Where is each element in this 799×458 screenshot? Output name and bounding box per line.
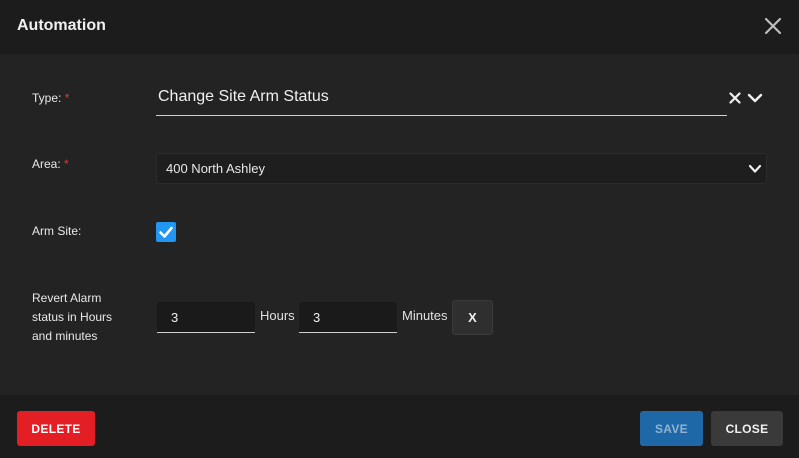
type-label: Type: * bbox=[32, 89, 69, 108]
revert-label-line: status in Hours bbox=[32, 310, 113, 324]
type-select[interactable]: Change Site Arm Status bbox=[156, 83, 727, 116]
minutes-input[interactable] bbox=[299, 302, 397, 333]
revert-label-line: Revert Alarm bbox=[32, 291, 102, 305]
checkmark-icon bbox=[159, 226, 173, 238]
area-label: Area: * bbox=[32, 155, 69, 174]
dialog-title: Automation bbox=[17, 17, 106, 34]
close-icon[interactable] bbox=[763, 16, 783, 36]
area-select[interactable]: 400 North Ashley bbox=[156, 153, 767, 184]
chevron-down-icon bbox=[748, 164, 762, 173]
save-button[interactable]: SAVE bbox=[640, 411, 703, 446]
dialog-header: Automation bbox=[0, 0, 799, 54]
revert-label-line: and minutes bbox=[32, 329, 98, 343]
area-select-value: 400 North Ashley bbox=[166, 161, 266, 176]
revert-label: Revert Alarm status in Hours and minutes bbox=[32, 289, 112, 346]
clear-icon[interactable] bbox=[729, 91, 741, 105]
dialog-footer: DELETE SAVE CLOSE bbox=[0, 395, 799, 458]
hours-unit-label: Hours bbox=[260, 308, 295, 323]
close-button[interactable]: CLOSE bbox=[711, 411, 783, 446]
clear-revert-button[interactable]: X bbox=[452, 300, 493, 335]
delete-button[interactable]: DELETE bbox=[17, 411, 95, 446]
type-select-value: Change Site Arm Status bbox=[158, 88, 329, 105]
type-label-text: Type: bbox=[32, 91, 62, 105]
area-label-text: Area: bbox=[32, 157, 61, 171]
minutes-unit-label: Minutes bbox=[402, 308, 448, 323]
hours-input[interactable] bbox=[157, 302, 255, 333]
type-required-mark: * bbox=[64, 91, 70, 105]
automation-dialog: Automation Type: * Change Site Arm Statu… bbox=[0, 0, 799, 458]
arm-site-checkbox[interactable] bbox=[156, 222, 176, 242]
chevron-down-icon[interactable] bbox=[746, 91, 764, 105]
arm-site-label: Arm Site: bbox=[32, 224, 82, 238]
area-required-mark: * bbox=[64, 157, 69, 171]
